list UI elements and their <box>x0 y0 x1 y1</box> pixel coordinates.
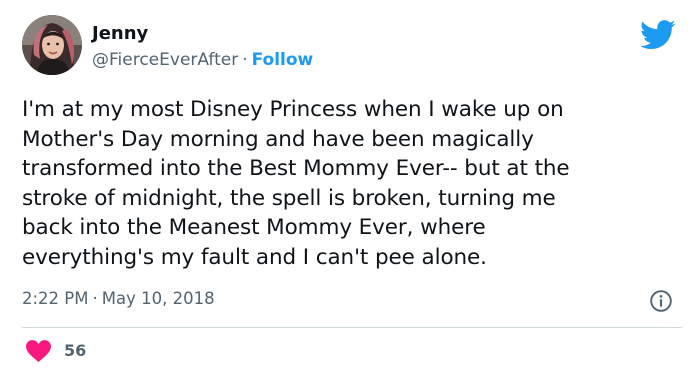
author-handle-row: @FierceEverAfter · Follow <box>92 48 313 72</box>
like-count: 56 <box>64 341 87 360</box>
handle-separator: · <box>242 50 248 70</box>
author-display-name[interactable]: Jenny <box>92 22 313 46</box>
heart-icon-svg <box>26 340 51 362</box>
like-button[interactable]: 56 <box>26 340 86 362</box>
info-icon[interactable] <box>649 289 673 313</box>
info-icon-svg <box>650 290 672 312</box>
divider <box>22 327 682 328</box>
tweet-time: 2:22 PM <box>22 289 89 308</box>
author-block: Jenny @FierceEverAfter · Follow <box>92 22 313 72</box>
author-handle[interactable]: @FierceEverAfter <box>92 50 238 70</box>
follow-button[interactable]: Follow <box>252 50 314 70</box>
tweet-timestamp[interactable]: 2:22 PM · May 10, 2018 <box>22 287 215 311</box>
heart-icon <box>26 340 51 362</box>
twitter-bird-icon[interactable] <box>640 20 676 50</box>
tweet-text: I'm at my most Disney Princess when I wa… <box>22 97 570 270</box>
timestamp-separator: · <box>92 289 98 308</box>
avatar[interactable] <box>22 15 82 75</box>
tweet-card: Jenny @FierceEverAfter · Follow I'm at my … <box>0 0 700 380</box>
tweet-date: May 10, 2018 <box>101 289 215 308</box>
twitter-bird-svg <box>640 20 676 50</box>
avatar-image <box>22 15 82 75</box>
